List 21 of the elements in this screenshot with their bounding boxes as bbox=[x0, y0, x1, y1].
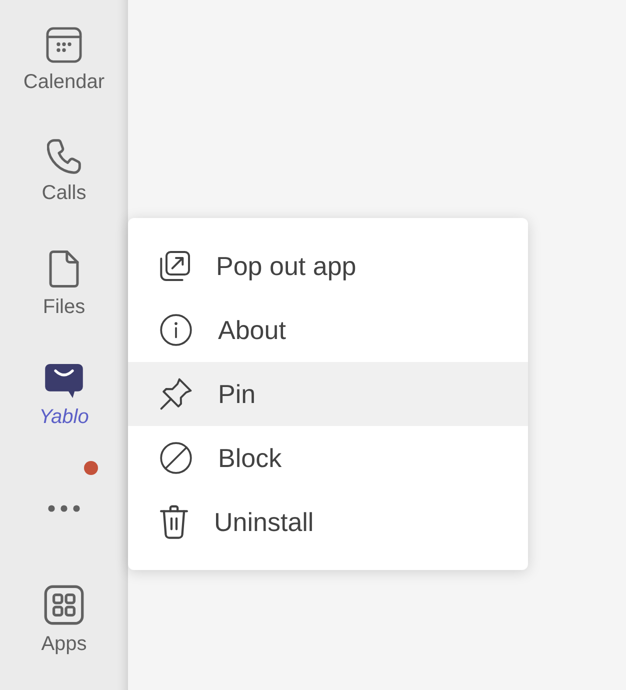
smiling-chat-bubble-icon bbox=[45, 364, 83, 398]
trash-icon bbox=[160, 505, 188, 539]
phone-icon bbox=[47, 139, 81, 174]
menu-item[interactable]: Uninstall bbox=[128, 490, 528, 554]
menu-item[interactable]: Pop out app bbox=[128, 234, 528, 298]
menu-item[interactable]: Pin bbox=[128, 362, 528, 426]
sidebar-item[interactable]: Calls bbox=[0, 116, 128, 228]
menu-item[interactable]: About bbox=[128, 298, 528, 362]
more-icon bbox=[48, 504, 80, 512]
sidebar-item[interactable]: Files bbox=[0, 228, 128, 340]
pop-out-icon bbox=[160, 251, 190, 281]
info-icon bbox=[160, 314, 192, 346]
pin-icon bbox=[160, 378, 192, 410]
apps-grid-icon bbox=[44, 584, 84, 624]
sidebar-item[interactable]: Apps bbox=[0, 564, 128, 676]
file-icon bbox=[49, 250, 79, 288]
calendar-icon bbox=[46, 26, 82, 62]
sidebar-item[interactable]: Calendar bbox=[0, 4, 128, 116]
block-icon bbox=[160, 442, 192, 474]
sidebar-item[interactable]: Yablo bbox=[0, 340, 128, 452]
menu-item[interactable]: Block bbox=[128, 426, 528, 490]
